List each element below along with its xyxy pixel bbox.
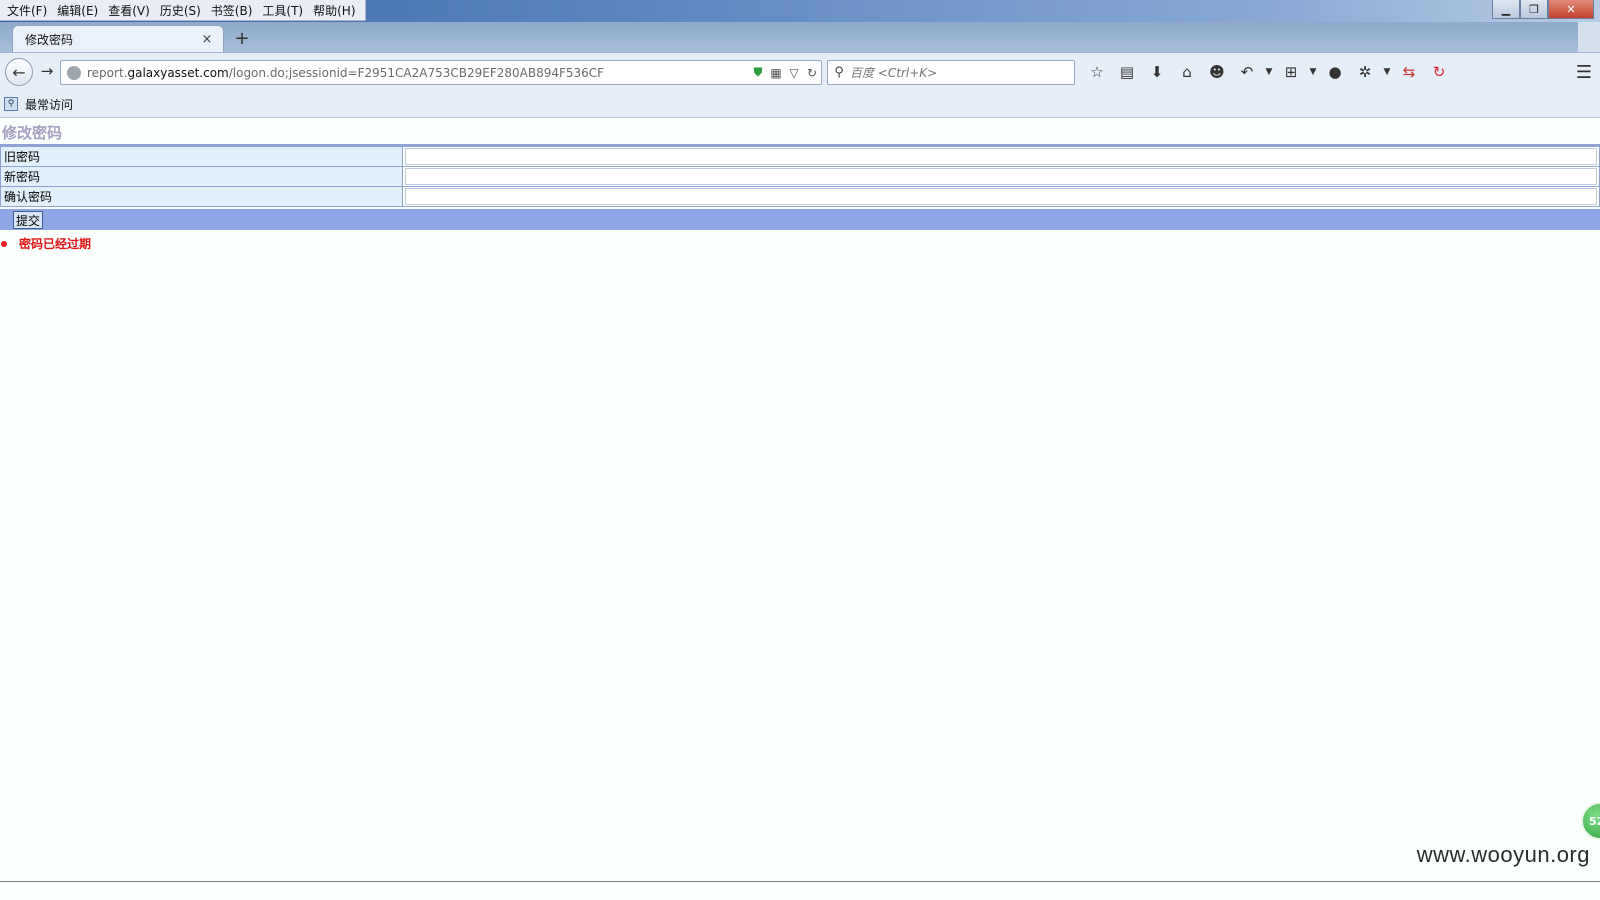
password-form: 旧密码 新密码 确认密码 bbox=[0, 146, 1600, 207]
url-bar[interactable]: report.galaxyasset.com/logon.do;jsession… bbox=[60, 60, 822, 85]
star-icon[interactable]: ☆ bbox=[1082, 62, 1112, 82]
url-prefix: report. bbox=[87, 65, 128, 80]
chat-icon[interactable]: ☻ bbox=[1202, 62, 1232, 82]
reload-icon[interactable]: ↻ bbox=[803, 66, 821, 80]
shield-icon[interactable]: ⛊ bbox=[749, 65, 767, 80]
restore-button[interactable]: ❐ bbox=[1520, 0, 1548, 19]
home-icon[interactable]: ⌂ bbox=[1172, 62, 1202, 82]
crop-dropdown-icon[interactable]: ▼ bbox=[1306, 67, 1320, 77]
error-text: 密码已经过期 bbox=[19, 237, 92, 251]
minimize-button[interactable]: ▁ bbox=[1492, 0, 1520, 19]
bookmark-most-visited[interactable]: 最常访问 bbox=[25, 96, 73, 113]
error-bullet-icon bbox=[1, 240, 7, 247]
toolbar-icons: ☆ ▤ ⬇ ⌂ ☻ ↶ ▼ ⊞ ▼ ● ✲ ▼ ⇆ ↻ bbox=[1082, 62, 1454, 82]
window-controls: ▁ ❐ ✕ bbox=[1492, 0, 1594, 19]
menu-view[interactable]: 查看(V) bbox=[103, 2, 155, 19]
new-password-input[interactable] bbox=[405, 168, 1597, 185]
search-bar[interactable]: ⚲ 百度 <Ctrl+K> bbox=[827, 60, 1075, 85]
old-password-label: 旧密码 bbox=[0, 146, 403, 167]
new-password-label: 新密码 bbox=[0, 166, 403, 187]
menu-help[interactable]: 帮助(H) bbox=[308, 2, 360, 19]
bottom-divider bbox=[0, 881, 1600, 882]
speech-bubble-icon[interactable]: ● bbox=[1320, 62, 1350, 82]
hamburger-menu-icon[interactable]: ☰ bbox=[1576, 62, 1592, 83]
title-bar: 文件(F) 编辑(E) 查看(V) 历史(S) 书签(B) 工具(T) 帮助(H… bbox=[0, 0, 1600, 22]
site-info-icon[interactable] bbox=[67, 65, 81, 80]
menu-edit[interactable]: 编辑(E) bbox=[52, 2, 103, 19]
page-content: 修改密码 旧密码 新密码 确认密码 提交 密码已经过期 bbox=[0, 118, 1600, 900]
url-domain: galaxyasset.com bbox=[127, 65, 229, 80]
bee-dropdown-icon[interactable]: ▼ bbox=[1380, 67, 1394, 77]
menu-bookmarks[interactable]: 书签(B) bbox=[206, 2, 258, 19]
crop-icon[interactable]: ⊞ bbox=[1276, 62, 1306, 82]
page-title: 修改密码 bbox=[2, 124, 63, 142]
tab-active[interactable]: 修改密码 × bbox=[12, 25, 224, 53]
search-icon: ⚲ bbox=[834, 65, 844, 80]
bee-icon[interactable]: ✲ bbox=[1350, 62, 1380, 82]
menu-tools[interactable]: 工具(T) bbox=[257, 2, 308, 19]
form-row-new-password: 新密码 bbox=[0, 166, 1600, 187]
menu-history[interactable]: 历史(S) bbox=[155, 2, 206, 19]
undo-dropdown-icon[interactable]: ▼ bbox=[1262, 67, 1276, 77]
forward-button[interactable]: → bbox=[38, 62, 56, 80]
error-message: 密码已经过期 bbox=[0, 235, 91, 252]
menu-bar: 文件(F) 编辑(E) 查看(V) 历史(S) 书签(B) 工具(T) 帮助(H… bbox=[0, 0, 366, 21]
search-placeholder: 百度 <Ctrl+K> bbox=[850, 66, 938, 80]
sync-icon[interactable]: ⇆ bbox=[1394, 62, 1424, 82]
navigation-bar: ← → report.galaxyasset.com/logon.do;jses… bbox=[0, 52, 1600, 91]
new-tab-button[interactable]: + bbox=[232, 28, 252, 49]
qr-code-icon[interactable]: ▦ bbox=[767, 66, 785, 80]
watermark: www.wooyun.org bbox=[1416, 842, 1590, 867]
bookmarks-bar: ⚲ 最常访问 bbox=[0, 91, 1600, 118]
url-path: /logon.do;jsessionid=F2951CA2A753CB29EF2… bbox=[228, 65, 605, 80]
tab-close-icon[interactable]: × bbox=[199, 32, 215, 47]
old-password-input[interactable] bbox=[405, 148, 1597, 165]
tab-strip: 修改密码 × + bbox=[0, 22, 1600, 53]
undo-icon[interactable]: ↶ bbox=[1232, 62, 1262, 82]
tab-title: 修改密码 bbox=[25, 33, 74, 47]
redo-red-icon[interactable]: ↻ bbox=[1424, 62, 1454, 82]
button-row: 提交 bbox=[0, 209, 1600, 230]
dropdown-icon[interactable]: ▽ bbox=[785, 66, 803, 80]
confirm-password-label: 确认密码 bbox=[0, 186, 403, 207]
form-row-confirm-password: 确认密码 bbox=[0, 186, 1600, 207]
tab-strip-edge bbox=[1578, 22, 1600, 52]
download-icon[interactable]: ⬇ bbox=[1142, 62, 1172, 82]
confirm-password-input[interactable] bbox=[405, 188, 1597, 205]
url-text[interactable]: report.galaxyasset.com/logon.do;jsession… bbox=[87, 66, 749, 80]
form-row-old-password: 旧密码 bbox=[0, 146, 1600, 167]
reading-list-icon[interactable]: ▤ bbox=[1112, 62, 1142, 82]
close-window-button[interactable]: ✕ bbox=[1548, 0, 1594, 19]
menu-file[interactable]: 文件(F) bbox=[2, 2, 52, 19]
bookmark-folder-icon: ⚲ bbox=[4, 97, 18, 111]
submit-button[interactable]: 提交 bbox=[13, 211, 44, 229]
back-button[interactable]: ← bbox=[5, 58, 33, 86]
